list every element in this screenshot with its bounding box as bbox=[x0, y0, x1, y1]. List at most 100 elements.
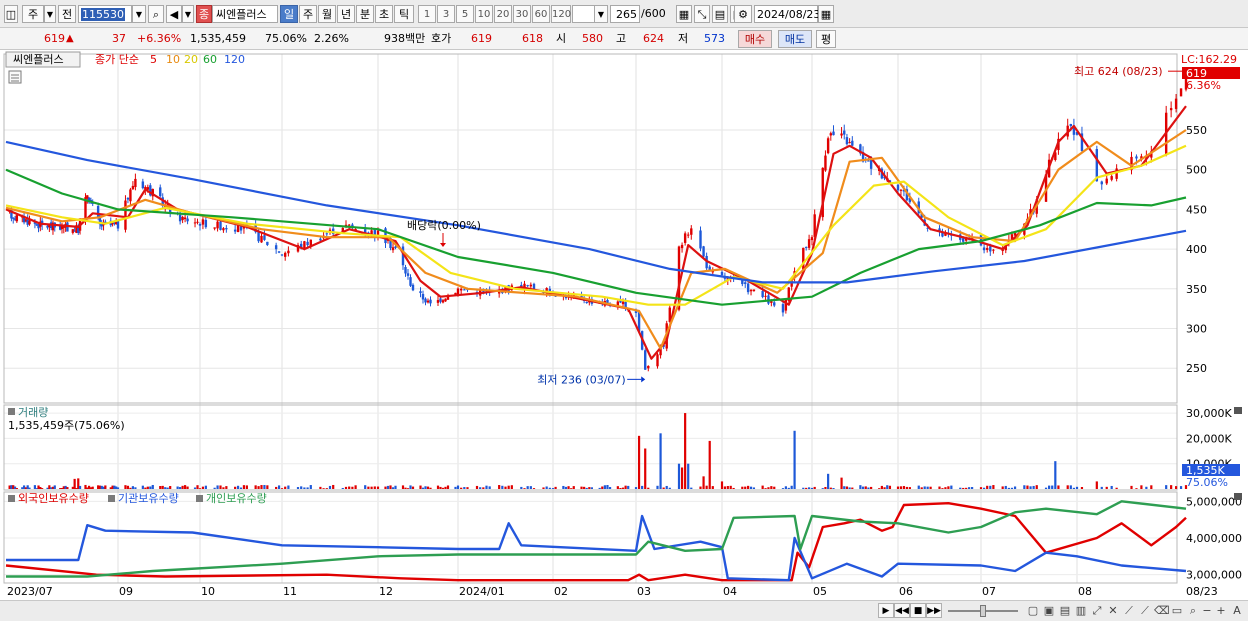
volume-bar bbox=[485, 485, 488, 489]
candle-body bbox=[159, 187, 162, 197]
rewind-icon[interactable]: ◀◀ bbox=[894, 603, 910, 618]
volume-bar bbox=[843, 486, 846, 489]
count-input[interactable]: 265 bbox=[610, 5, 640, 23]
interval-3[interactable]: 3 bbox=[437, 5, 455, 23]
volume-bar bbox=[690, 487, 693, 489]
volume-bar bbox=[968, 487, 971, 489]
font-size-icon[interactable]: A bbox=[1230, 603, 1244, 618]
sell-button[interactable]: 매도 bbox=[778, 30, 812, 48]
volume-bar bbox=[744, 486, 747, 489]
volume-bar bbox=[116, 487, 120, 489]
tab-minute[interactable]: 분 bbox=[356, 5, 374, 23]
tab-week[interactable]: 주 bbox=[299, 5, 317, 23]
copy-icon[interactable]: ▭ bbox=[1170, 603, 1184, 618]
tab-month[interactable]: 월 bbox=[318, 5, 336, 23]
volume-bar bbox=[404, 487, 407, 489]
layout-3-icon[interactable]: ▤ bbox=[1058, 603, 1072, 618]
fib-line-icon[interactable]: ⟋ bbox=[1122, 603, 1136, 618]
tab-year[interactable]: 년 bbox=[337, 5, 355, 23]
price-change: 37 bbox=[112, 32, 126, 45]
interval-20[interactable]: 20 bbox=[494, 5, 512, 23]
volume-bar bbox=[764, 488, 767, 489]
stock-name[interactable]: 씨엔플러스 bbox=[212, 5, 278, 23]
draw-tool-icon[interactable]: ⤡ bbox=[694, 5, 710, 23]
holdings-legend-institution: 기관보유수량 bbox=[118, 492, 179, 505]
volume-bar bbox=[460, 487, 463, 489]
volume-bar bbox=[277, 485, 281, 489]
volume-bar bbox=[406, 488, 410, 489]
price-change-pct: +6.36% bbox=[137, 32, 182, 45]
volume-bar bbox=[166, 487, 169, 489]
interval-120[interactable]: 120 bbox=[551, 5, 571, 23]
volume-bar bbox=[684, 413, 687, 489]
candle-body bbox=[348, 224, 351, 226]
volume-bar bbox=[482, 487, 485, 489]
volume-bar bbox=[880, 485, 883, 489]
ma-legend-label: 종가 단순 bbox=[95, 53, 139, 66]
prev-button[interactable]: 전 bbox=[58, 5, 76, 23]
volume-bar bbox=[870, 486, 873, 489]
volume-bar bbox=[41, 488, 44, 489]
volume-bar bbox=[896, 486, 900, 489]
x-tick-label: 10 bbox=[201, 585, 215, 598]
layout-2-icon[interactable]: ▣ bbox=[1042, 603, 1056, 618]
volume-close-icon[interactable] bbox=[1234, 407, 1242, 414]
interval-1[interactable]: 1 bbox=[418, 5, 436, 23]
candle-body bbox=[656, 354, 659, 367]
volume-bar bbox=[1130, 485, 1133, 489]
interval-60[interactable]: 60 bbox=[532, 5, 550, 23]
period-dropdown-icon[interactable]: ▼ bbox=[44, 5, 56, 23]
cross-line-icon[interactable]: ✕ bbox=[1106, 603, 1120, 618]
candle-body bbox=[141, 181, 145, 189]
layout-4-icon[interactable]: ▥ bbox=[1074, 603, 1088, 618]
sound-icon[interactable]: ◀ bbox=[166, 5, 182, 23]
zoom-slider-handle[interactable] bbox=[980, 605, 986, 617]
scroll-right-icon[interactable]: ▶ bbox=[878, 603, 894, 618]
volume-bar bbox=[848, 487, 851, 489]
eraser-icon[interactable]: ⌫ bbox=[1154, 603, 1170, 618]
volume-bar bbox=[151, 484, 154, 489]
volume-bar bbox=[656, 485, 659, 489]
average-button[interactable]: 평 bbox=[816, 30, 836, 48]
interval-5[interactable]: 5 bbox=[456, 5, 474, 23]
holdings-close-icon[interactable] bbox=[1234, 493, 1242, 500]
tab-second[interactable]: 초 bbox=[375, 5, 393, 23]
volume-bar bbox=[149, 486, 152, 489]
volume-bar bbox=[429, 487, 432, 489]
stock-code-input[interactable]: 115530 bbox=[78, 5, 132, 23]
volume-bar bbox=[53, 485, 56, 489]
chart-menu-icon[interactable]: ◫ bbox=[4, 5, 18, 23]
overlay-icon[interactable]: ▤ bbox=[712, 5, 728, 23]
volume-bar bbox=[827, 473, 830, 489]
buy-button[interactable]: 매수 bbox=[738, 30, 772, 48]
candle-body bbox=[989, 246, 992, 252]
settings-gear-icon[interactable]: ⚙ bbox=[734, 5, 752, 23]
code-dropdown-icon[interactable]: ▼ bbox=[132, 5, 146, 23]
interval-10[interactable]: 10 bbox=[475, 5, 493, 23]
volume-bar bbox=[1115, 487, 1118, 489]
grid-icon[interactable]: ▦ bbox=[676, 5, 692, 23]
interval-dropdown-icon[interactable]: ▼ bbox=[594, 5, 608, 23]
interval-30[interactable]: 30 bbox=[513, 5, 531, 23]
zoom-search-icon[interactable]: ⌕ bbox=[1186, 603, 1200, 618]
date-input[interactable]: 2024/08/23 bbox=[754, 5, 820, 23]
zoom-out-icon[interactable]: − bbox=[1200, 603, 1214, 618]
stop-icon[interactable]: ■ bbox=[910, 603, 926, 618]
measure-icon[interactable]: ⟋ bbox=[1138, 603, 1152, 618]
tab-day[interactable]: 일 bbox=[280, 5, 298, 23]
volume-bar bbox=[424, 486, 427, 489]
calendar-icon[interactable]: ▦ bbox=[818, 5, 834, 23]
holdings-panel-icon[interactable] bbox=[8, 495, 15, 502]
trend-line-icon[interactable]: ⤢ bbox=[1090, 603, 1104, 618]
fast-forward-icon[interactable]: ▶▶ bbox=[926, 603, 942, 618]
search-icon[interactable]: ⌕ bbox=[148, 5, 164, 23]
period-select[interactable]: 주 bbox=[22, 5, 44, 23]
volume-bar bbox=[878, 488, 881, 489]
layout-1-icon[interactable]: ▢ bbox=[1026, 603, 1040, 618]
volume-panel-icon[interactable] bbox=[8, 408, 15, 415]
volume-bar bbox=[793, 430, 796, 489]
sound-dropdown-icon[interactable]: ▼ bbox=[182, 5, 194, 23]
volume-bar bbox=[562, 485, 565, 489]
zoom-in-icon[interactable]: + bbox=[1214, 603, 1228, 618]
tab-tick[interactable]: 틱 bbox=[394, 5, 414, 23]
